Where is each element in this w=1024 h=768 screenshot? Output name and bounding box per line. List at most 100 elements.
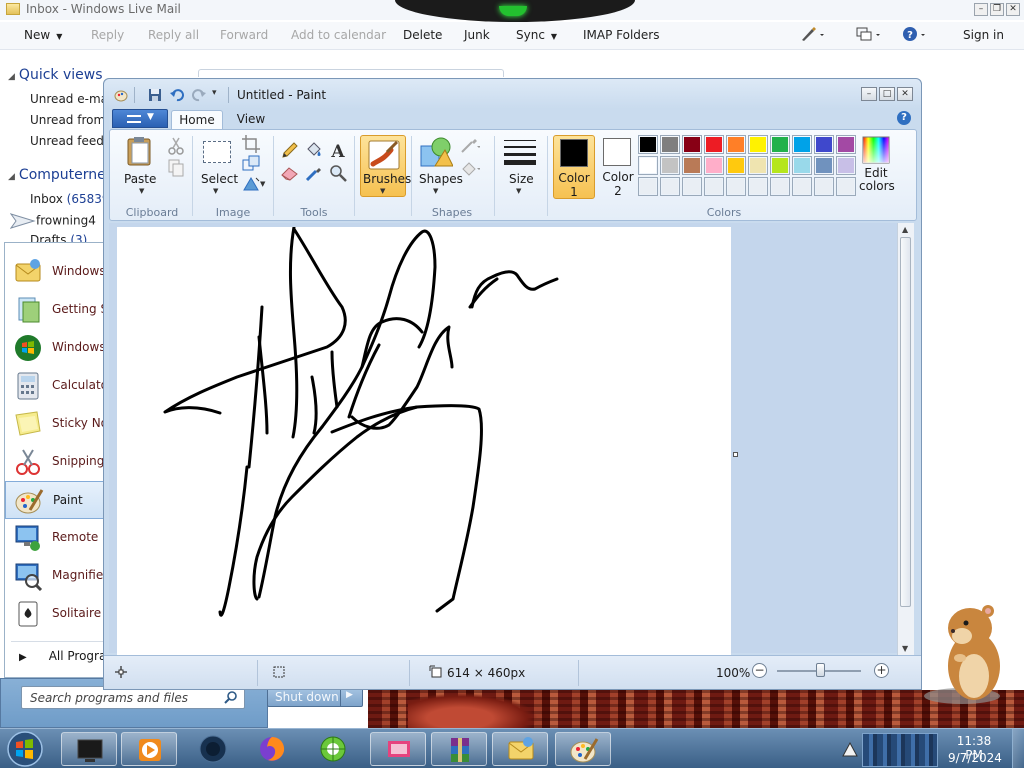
start-item-magnifier[interactable]: Magnifier — [5, 557, 108, 595]
palette-swatch[interactable] — [770, 177, 790, 196]
edit-colors-label-2[interactable]: colors — [859, 179, 895, 193]
start-button[interactable] — [5, 730, 45, 768]
paste-button[interactable]: Paste — [124, 172, 156, 186]
unread-email-item[interactable]: Unread e-mail — [30, 92, 103, 106]
size-button[interactable]: Size — [509, 172, 534, 186]
zoom-in-button[interactable]: + — [874, 663, 889, 678]
unread-from-contacts-item[interactable]: Unread from contacts — [30, 113, 103, 127]
maximize-icon[interactable]: □ — [879, 87, 895, 101]
customize-icon[interactable] — [800, 26, 826, 45]
palette-swatch[interactable] — [704, 135, 724, 154]
canvas-vertical-scrollbar[interactable]: ▲ ▼ — [897, 223, 914, 655]
tab-home[interactable]: Home — [171, 110, 223, 129]
minimize-icon[interactable]: – — [861, 87, 877, 101]
palette-swatch[interactable] — [792, 135, 812, 154]
palette-swatch[interactable] — [770, 135, 790, 154]
edit-colors-label-1[interactable]: Edit — [863, 166, 889, 180]
drawing-canvas[interactable] — [117, 225, 731, 655]
palette-swatch[interactable] — [836, 177, 856, 196]
brushes-button[interactable]: Brushes ▼ — [360, 135, 411, 197]
quick-views-header[interactable]: ◢ Quick views — [8, 67, 103, 83]
taskbar-windows-live-mail[interactable] — [492, 732, 548, 766]
taskbar-monitor-app[interactable] — [61, 732, 117, 766]
palette-swatch[interactable] — [682, 135, 702, 154]
close-icon[interactable]: ✕ — [1006, 3, 1020, 16]
shutdown-button[interactable]: Shut down ▶ — [267, 687, 363, 707]
imap-folders-button[interactable]: IMAP Folders — [583, 28, 660, 42]
palette-swatch[interactable] — [792, 156, 812, 175]
tray-gadget-icon[interactable] — [862, 733, 938, 767]
taskbar-media-app[interactable] — [370, 732, 426, 766]
taskbar-app-globe[interactable] — [185, 732, 241, 766]
color1-button[interactable]: Color 1 — [553, 135, 595, 199]
mail-search-box[interactable] — [198, 69, 504, 77]
reply-all-button[interactable]: Reply all — [148, 28, 199, 42]
palette-swatch[interactable] — [704, 177, 724, 196]
customize-qat-icon[interactable]: ▾ — [212, 88, 217, 98]
palette-swatch[interactable] — [792, 177, 812, 196]
help-icon[interactable]: ? — [897, 111, 911, 125]
chevron-down-icon[interactable]: ▼ — [213, 187, 218, 195]
palette-swatch[interactable] — [638, 156, 658, 175]
palette-swatch[interactable] — [682, 156, 702, 175]
palette-swatch[interactable] — [770, 156, 790, 175]
palette-swatch[interactable] — [726, 177, 746, 196]
taskbar-firefox[interactable] — [244, 732, 300, 766]
palette-swatch[interactable] — [726, 135, 746, 154]
paint-menu-button[interactable]: ▼ — [112, 109, 168, 128]
start-item-solitaire[interactable]: Solitaire — [5, 595, 105, 633]
palette-swatch[interactable] — [748, 177, 768, 196]
start-item-paint[interactable]: Paint — [5, 481, 105, 519]
scrollbar-thumb[interactable] — [900, 237, 911, 607]
palette-swatch[interactable] — [682, 177, 702, 196]
palette-swatch[interactable] — [704, 156, 724, 175]
canvas-resize-handle[interactable] — [733, 452, 738, 457]
reply-button[interactable]: Reply — [91, 28, 124, 42]
scroll-up-icon[interactable]: ▲ — [902, 225, 908, 234]
add-to-calendar-button[interactable]: Add to calendar — [291, 28, 386, 42]
sync-button[interactable]: Sync ▼ — [516, 28, 557, 42]
sign-in-link[interactable]: Sign in — [963, 28, 1004, 42]
start-item-snipping-tool[interactable]: Snipping Tool — [5, 443, 131, 481]
clock-date[interactable]: 9/7/2024 — [948, 751, 1002, 765]
tab-view[interactable]: View — [228, 110, 274, 129]
taskbar-winrar[interactable] — [431, 732, 487, 766]
palette-swatch[interactable] — [836, 156, 856, 175]
taskbar-media-player[interactable] — [121, 732, 177, 766]
palette-swatch[interactable] — [726, 156, 746, 175]
forward-button[interactable]: Forward — [220, 28, 268, 42]
start-item-getting-started[interactable]: Getting Started — [5, 291, 145, 329]
taskbar-paint[interactable] — [555, 732, 611, 766]
palette-swatch[interactable] — [660, 156, 680, 175]
new-button[interactable]: New ▼ — [24, 28, 62, 42]
palette-swatch[interactable] — [814, 156, 834, 175]
minimize-icon[interactable]: – — [974, 3, 988, 16]
unread-feeds-item[interactable]: Unread feeds — [30, 134, 103, 148]
chevron-down-icon[interactable]: ▼ — [139, 187, 144, 195]
taskbar-green-app[interactable] — [305, 732, 361, 766]
palette-swatch[interactable] — [814, 135, 834, 154]
chevron-down-icon[interactable]: ▼ — [433, 187, 438, 195]
color2-button[interactable]: Color 2 — [597, 135, 639, 199]
junk-button[interactable]: Junk — [464, 28, 490, 42]
palette-swatch[interactable] — [836, 135, 856, 154]
inbox-folder[interactable]: Inbox (65839) — [30, 192, 103, 206]
start-item-windows-media-center[interactable]: Windows Media Center — [5, 329, 190, 367]
palette-swatch[interactable] — [660, 177, 680, 196]
zoom-slider-thumb[interactable] — [816, 663, 825, 677]
start-item-windows-live-mail[interactable]: Windows Live Mail — [5, 253, 162, 291]
chevron-down-icon[interactable]: ▼ — [516, 187, 521, 195]
restore-icon[interactable]: ❐ — [990, 3, 1004, 16]
account-header[interactable]: ◢Computerneeds — [8, 167, 103, 183]
start-item-calculator[interactable]: Calculator — [5, 367, 113, 405]
palette-swatch[interactable] — [814, 177, 834, 196]
shapes-button[interactable]: Shapes — [419, 172, 463, 186]
frowning4-folder[interactable]: frowning4 — [9, 212, 96, 230]
chevron-down-icon[interactable]: ▼ — [260, 180, 265, 188]
select-button[interactable]: Select — [201, 172, 238, 186]
scroll-down-icon[interactable]: ▼ — [902, 644, 908, 653]
help-icon[interactable]: ? — [902, 26, 930, 45]
start-item-sticky-notes[interactable]: Sticky Notes — [5, 405, 126, 443]
close-icon[interactable]: ✕ — [897, 87, 913, 101]
start-item-remote-desktop[interactable]: Remote Desktop Connection — [5, 519, 223, 557]
